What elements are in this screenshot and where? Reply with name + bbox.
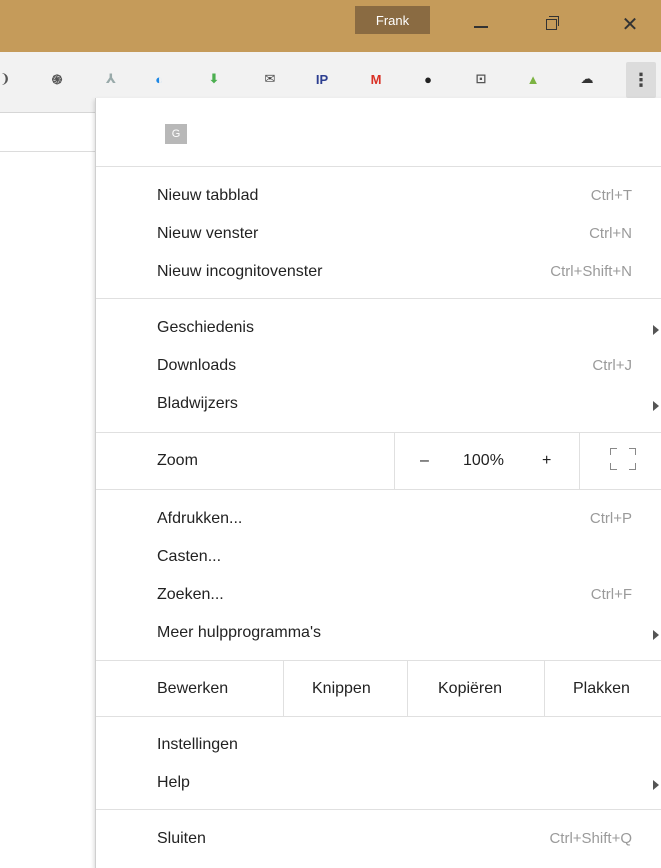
profile-name-button[interactable]: Frank [355, 6, 430, 34]
close-icon: ✕ [621, 13, 639, 36]
menu-item-label: Afdrukken... [157, 510, 243, 527]
menu-item-settings[interactable]: Instellingen [96, 727, 661, 765]
zoom-divider [579, 433, 580, 489]
cast-extension-icon[interactable]: ⊡ [470, 68, 492, 90]
menu-item-label: Help [157, 774, 190, 791]
menu-item-label: Zoeken... [157, 586, 224, 603]
menu-separator [96, 432, 661, 433]
menu-item-downloads[interactable]: Downloads Ctrl+J [96, 348, 661, 386]
menu-item-label: Bladwijzers [157, 395, 238, 412]
edit-divider [544, 661, 545, 716]
menu-item-label: Instellingen [157, 736, 238, 753]
zoom-level: 100% [463, 452, 504, 469]
menu-item-find[interactable]: Zoeken... Ctrl+F [96, 577, 661, 615]
cloud-extension-icon[interactable]: ☁ [576, 68, 598, 90]
menu-item-more-tools[interactable]: Meer hulpprogramma's [96, 615, 661, 653]
menu-item-history[interactable]: Geschiedenis [96, 310, 661, 348]
menu-item-label: Sluiten [157, 830, 206, 847]
minimize-icon [474, 26, 488, 28]
menu-item-label: Meer hulpprogramma's [157, 624, 322, 641]
menu-item-shortcut: Ctrl+Shift+Q [549, 830, 632, 847]
close-window-button[interactable]: ✕ [615, 12, 645, 36]
title-bar: Frank ✕ [0, 0, 661, 52]
zoom-in-button[interactable]: + [542, 452, 551, 470]
menu-item-shortcut: Ctrl+F [590, 586, 632, 603]
menu-item-cast[interactable]: Casten... [96, 539, 661, 577]
cut-button[interactable]: Knippen [312, 680, 371, 698]
menu-separator [96, 489, 661, 490]
menu-item-bookmarks[interactable]: Bladwijzers [96, 386, 661, 424]
minimize-button[interactable] [466, 12, 496, 36]
restore-button[interactable] [536, 12, 566, 36]
submenu-arrow-icon [653, 401, 659, 411]
account-avatar-icon[interactable]: G [165, 124, 187, 144]
zoom-divider [394, 433, 395, 489]
ip-extension-icon[interactable]: IP [311, 68, 333, 90]
menu-separator [96, 716, 661, 717]
page-divider [0, 151, 97, 152]
menu-item-exit[interactable]: Sluiten Ctrl+Shift+Q [96, 821, 661, 859]
profile-name: Frank [375, 12, 410, 28]
pdf-extension-icon[interactable]: ⅄ [100, 68, 122, 90]
menu-item-shortcut: Ctrl+P [589, 510, 632, 527]
more-vertical-icon: ⋮ [632, 69, 650, 90]
chrome-menu-button[interactable]: ⋮ [626, 62, 656, 98]
menu-item-new-tab[interactable]: Nieuw tabblad Ctrl+T [96, 178, 661, 216]
bag-extension-icon[interactable]: ▲ [522, 68, 544, 90]
menu-item-help[interactable]: Help [96, 765, 661, 803]
chrome-main-menu: G Nieuw tabblad Ctrl+T Nieuw venster Ctr… [95, 98, 661, 868]
download-extension-icon[interactable]: ⬇ [203, 68, 225, 90]
menu-item-label: Geschiedenis [157, 319, 254, 336]
menu-item-shortcut: Ctrl+J [592, 357, 632, 374]
mail-check-extension-icon[interactable]: ✉ [259, 68, 281, 90]
zoom-out-button[interactable]: – [420, 452, 429, 470]
zoom-label: Zoom [157, 452, 198, 469]
copy-button[interactable]: Kopiëren [438, 680, 502, 698]
menu-separator [96, 298, 661, 299]
gmail-extension-icon[interactable]: M [365, 68, 387, 90]
menu-item-zoom: Zoom [96, 443, 661, 481]
menu-item-shortcut: Ctrl+Shift+N [550, 263, 632, 280]
menu-separator [96, 660, 661, 661]
compass-extension-icon[interactable]: ◐ [148, 68, 170, 90]
menu-item-shortcut: Ctrl+N [589, 225, 632, 242]
edit-divider [283, 661, 284, 716]
submenu-arrow-icon [653, 780, 659, 790]
menu-separator [96, 166, 661, 167]
menu-item-label: Casten... [157, 548, 222, 565]
menu-item-label: Nieuw tabblad [157, 187, 259, 204]
menu-item-label: Nieuw incognitovenster [157, 263, 323, 280]
menu-item-print[interactable]: Afdrukken... Ctrl+P [96, 501, 661, 539]
partial-icon[interactable]: ❩ [0, 68, 16, 90]
menu-item-label: Downloads [157, 357, 237, 374]
menu-separator [96, 809, 661, 810]
paste-button[interactable]: Plakken [573, 680, 630, 698]
menu-item-label: Nieuw venster [157, 225, 259, 242]
color-wheel-extension-icon[interactable]: ● [417, 68, 439, 90]
menu-item-new-window[interactable]: Nieuw venster Ctrl+N [96, 216, 661, 254]
edit-divider [407, 661, 408, 716]
submenu-arrow-icon [653, 630, 659, 640]
spiral-extension-icon[interactable]: ֍ [46, 68, 68, 90]
menu-item-shortcut: Ctrl+T [590, 187, 632, 204]
edit-label: Bewerken [157, 680, 229, 697]
menu-item-new-incognito[interactable]: Nieuw incognitovenster Ctrl+Shift+N [96, 254, 661, 292]
fullscreen-icon[interactable] [610, 448, 636, 470]
submenu-arrow-icon [653, 325, 659, 335]
